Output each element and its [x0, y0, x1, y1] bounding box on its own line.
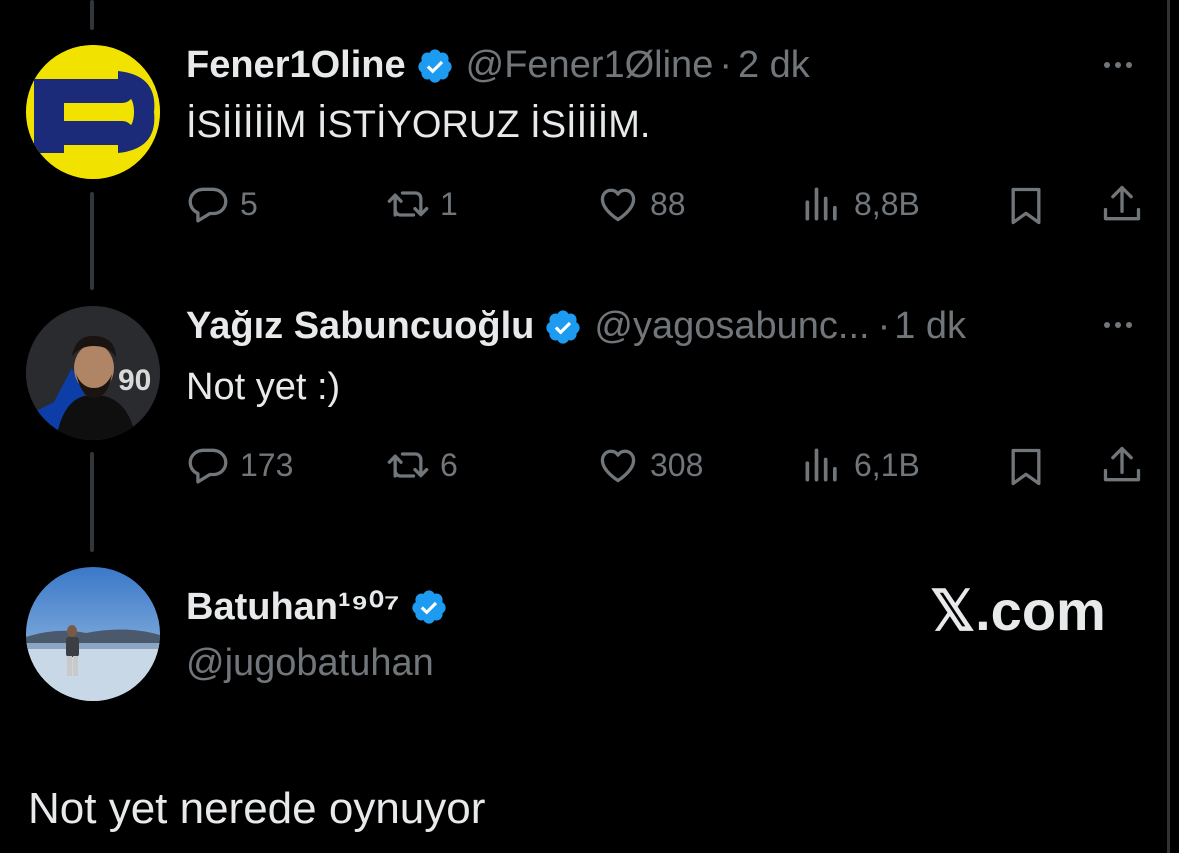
views-icon [805, 448, 837, 482]
avatar-fener1oline[interactable] [26, 45, 160, 179]
display-name[interactable]: Fener1Oline [186, 44, 406, 87]
x-com-watermark: 𝕏.com [930, 578, 1106, 644]
tweet-header: Yağız Sabuncuoğlu @yagosabunc... · 1 dk [186, 305, 966, 348]
verified-badge-icon [418, 48, 452, 83]
watermark-text: 𝕏.com [930, 579, 1106, 642]
more-options-icon[interactable] [1104, 322, 1132, 328]
like-button[interactable]: 308 [596, 443, 703, 487]
separator: · [719, 44, 732, 86]
like-count: 308 [650, 446, 704, 483]
handle[interactable]: @yagosabunc... [594, 305, 869, 348]
avatar-yagiz-sabuncuoglu[interactable]: 90 [26, 306, 160, 440]
views-button[interactable]: 6,1B [800, 443, 920, 487]
reply-count: 5 [240, 185, 258, 222]
heart-icon [600, 449, 636, 483]
reply-button[interactable]: 5 [186, 182, 258, 226]
timestamp[interactable]: 1 dk [894, 305, 966, 348]
handle[interactable]: @Fener1Øline [466, 44, 714, 87]
tweet-text: İSİİİİİM İSTİYORUZ İSİİİİM. [186, 104, 651, 146]
bookmark-icon [1011, 187, 1041, 225]
share-icon [1103, 185, 1141, 221]
retweet-button[interactable]: 6 [386, 443, 458, 487]
share-button[interactable] [1100, 443, 1144, 487]
reply-button[interactable]: 173 [186, 443, 293, 487]
avatar-batuhan[interactable] [26, 567, 160, 701]
reply-icon [188, 187, 228, 223]
retweet-icon [387, 191, 429, 217]
like-count: 88 [650, 185, 686, 222]
main-tweet-text: Not yet nerede oynuyor [28, 784, 486, 833]
tweet-text: Not yet :) [186, 366, 341, 408]
retweet-button[interactable]: 1 [386, 182, 458, 226]
author-header: Batuhan¹⁹⁰⁷ [186, 584, 460, 629]
views-button[interactable]: 8,8B [800, 182, 920, 226]
bookmark-button[interactable] [1004, 445, 1048, 489]
retweet-count: 1 [440, 185, 458, 222]
bookmark-button[interactable] [1004, 184, 1048, 228]
thread-line-top [90, 0, 94, 30]
reply-icon [188, 448, 228, 484]
tweet-header: Fener1Oline @Fener1Øline · 2 dk [186, 44, 810, 87]
verified-badge-icon [546, 309, 580, 344]
author-handle[interactable]: @jugobatuhan [186, 642, 434, 685]
like-button[interactable]: 88 [596, 182, 686, 226]
view-count: 8,8B [854, 185, 920, 222]
scrollbar[interactable] [1165, 0, 1179, 853]
heart-icon [600, 188, 636, 222]
views-icon [805, 187, 837, 221]
thread-line-2 [90, 452, 94, 552]
thread-line-1 [90, 192, 94, 290]
more-options-icon[interactable] [1104, 62, 1132, 68]
timestamp[interactable]: 2 dk [738, 44, 810, 87]
display-name[interactable]: Yağız Sabuncuoğlu [186, 305, 534, 348]
author-display-name[interactable]: Batuhan¹⁹⁰⁷ [186, 584, 400, 629]
reply-count: 173 [240, 446, 294, 483]
retweet-icon [387, 452, 429, 478]
view-count: 6,1B [854, 446, 920, 483]
share-button[interactable] [1100, 182, 1144, 226]
retweet-count: 6 [440, 446, 458, 483]
share-icon [1103, 446, 1141, 482]
verified-badge-icon [411, 589, 446, 624]
svg-text:90: 90 [118, 364, 151, 397]
bookmark-icon [1011, 448, 1041, 486]
separator: · [877, 305, 891, 347]
